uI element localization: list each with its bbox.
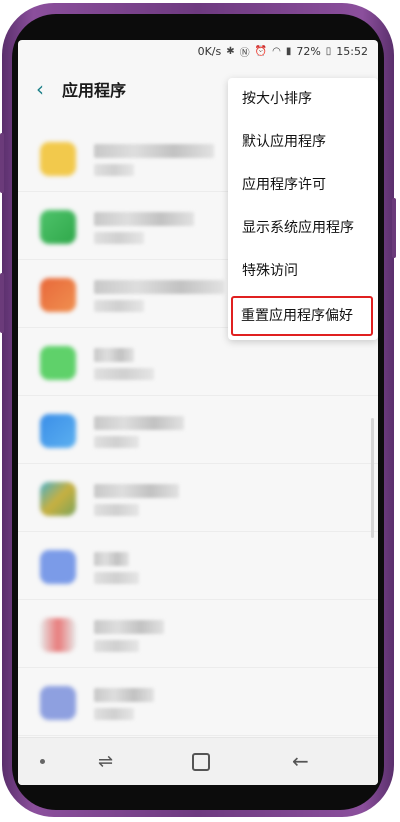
signal-icon: ▮: [285, 45, 292, 57]
phone-frame: 0K/s ✱ Ⓝ ⏰ ◠ ▮ 72% ▯ 15:52 ‹ 应用程序 按大小排序 …: [0, 3, 396, 817]
app-name-blurred: [94, 688, 154, 702]
app-icon: [40, 346, 76, 380]
app-icon: [40, 210, 76, 244]
wifi-icon: ◠: [272, 45, 281, 57]
clock: 15:52: [336, 44, 368, 58]
nfc-icon: Ⓝ: [239, 47, 250, 59]
app-name-blurred: [94, 348, 134, 362]
network-speed: 0K/s: [197, 44, 222, 58]
list-item[interactable]: [18, 464, 378, 532]
list-item[interactable]: [18, 396, 378, 464]
app-detail-blurred: [94, 164, 134, 176]
menu-item-special-access[interactable]: 特殊访问: [228, 250, 378, 293]
overflow-menu: 按大小排序 默认应用程序 应用程序许可 显示系统应用程序 特殊访问 重置应用程序…: [228, 78, 378, 340]
bixby-button: [0, 273, 4, 333]
app-detail-blurred: [94, 368, 154, 380]
app-detail-blurred: [94, 300, 144, 312]
list-item[interactable]: [18, 668, 378, 736]
menu-item-sort-by-size[interactable]: 按大小排序: [228, 78, 378, 121]
list-item[interactable]: [18, 532, 378, 600]
app-icon: [40, 550, 76, 584]
app-name-blurred: [94, 416, 184, 430]
app-icon: [40, 278, 76, 312]
app-name-blurred: [94, 212, 194, 226]
app-name-blurred: [94, 484, 179, 498]
app-name-blurred: [94, 620, 164, 634]
home-icon[interactable]: [192, 753, 210, 771]
app-detail-blurred: [94, 708, 134, 720]
app-detail-blurred: [94, 504, 139, 516]
alarm-icon: ⏰: [254, 45, 268, 57]
app-name-blurred: [94, 552, 129, 566]
navigation-bar: ⇌ ←: [18, 737, 378, 785]
menu-item-app-permissions[interactable]: 应用程序许可: [228, 164, 378, 207]
page-title: 应用程序: [62, 81, 127, 100]
battery-level: 72%: [296, 44, 321, 58]
recent-apps-icon[interactable]: ⇌: [98, 751, 113, 772]
status-bar: 0K/s ✱ Ⓝ ⏰ ◠ ▮ 72% ▯ 15:52: [18, 40, 378, 62]
back-icon[interactable]: ←: [292, 749, 309, 773]
app-icon: [40, 414, 76, 448]
app-name-blurred: [94, 280, 224, 294]
menu-item-default-apps[interactable]: 默认应用程序: [228, 121, 378, 164]
battery-icon: ▯: [325, 45, 332, 57]
phone-bezel: 0K/s ✱ Ⓝ ⏰ ◠ ▮ 72% ▯ 15:52 ‹ 应用程序 按大小排序 …: [12, 14, 384, 810]
list-item[interactable]: [18, 600, 378, 668]
app-detail-blurred: [94, 436, 139, 448]
app-icon: [40, 618, 76, 652]
app-icon: [40, 482, 76, 516]
bluetooth-icon: ✱: [226, 45, 235, 57]
app-name-blurred: [94, 144, 214, 158]
app-icon: [40, 142, 76, 176]
scrollbar[interactable]: [371, 418, 374, 538]
back-arrow-icon[interactable]: ‹: [36, 79, 44, 99]
app-detail-blurred: [94, 232, 144, 244]
power-button: [392, 198, 396, 258]
app-detail-blurred: [94, 640, 139, 652]
app-detail-blurred: [94, 572, 139, 584]
volume-button: [0, 133, 4, 193]
app-icon: [40, 686, 76, 720]
menu-item-show-system-apps[interactable]: 显示系统应用程序: [228, 207, 378, 250]
dot-icon[interactable]: [40, 759, 45, 764]
menu-item-reset-app-preferences[interactable]: 重置应用程序偏好: [231, 296, 373, 336]
screen: 0K/s ✱ Ⓝ ⏰ ◠ ▮ 72% ▯ 15:52 ‹ 应用程序 按大小排序 …: [18, 40, 378, 785]
